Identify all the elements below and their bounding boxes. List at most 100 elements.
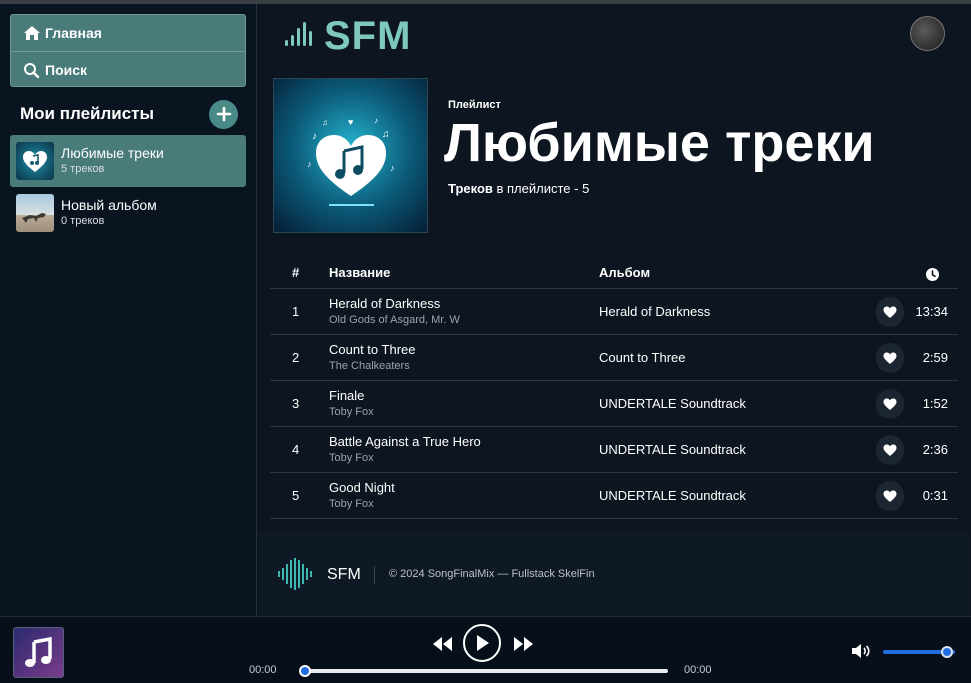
heart-icon xyxy=(883,352,897,364)
clock-icon xyxy=(926,268,939,281)
sound-bars-icon xyxy=(285,21,312,46)
like-button[interactable] xyxy=(876,481,904,511)
playlist-track-count: 5 треков xyxy=(61,163,105,175)
playlist-name: Новый альбом xyxy=(61,197,157,213)
heart-icon xyxy=(883,398,897,410)
track-row[interactable]: 5 Good Night Toby Fox UNDERTALE Soundtra… xyxy=(270,473,958,519)
volume-icon[interactable] xyxy=(851,643,871,659)
track-album[interactable]: Count to Three xyxy=(599,350,685,365)
music-note-icon xyxy=(24,636,52,667)
sidebar-playlist-favorites[interactable]: Любимые треки 5 треков xyxy=(10,135,246,187)
progress-bar[interactable] xyxy=(299,665,668,677)
nav-box: Главная Поиск xyxy=(10,14,246,87)
play-icon xyxy=(477,635,489,651)
like-button[interactable] xyxy=(876,343,904,373)
track-duration: 1:52 xyxy=(922,396,948,411)
track-number: 2 xyxy=(292,350,300,365)
col-header-album: Альбом xyxy=(599,265,651,280)
svg-text:♪: ♪ xyxy=(374,116,378,125)
playlist-meta-rest: в плейлисте - 5 xyxy=(492,181,590,196)
track-album[interactable]: UNDERTALE Soundtrack xyxy=(599,488,746,503)
col-header-num: # xyxy=(292,265,300,280)
svg-text:♪: ♪ xyxy=(307,159,312,169)
add-playlist-button[interactable] xyxy=(209,99,238,129)
track-row[interactable]: 2 Count to Three The Chalkeaters Count t… xyxy=(270,335,958,381)
home-icon xyxy=(24,26,40,40)
nav-search-button[interactable]: Поиск xyxy=(11,51,245,87)
heart-icon xyxy=(883,490,897,502)
heart-icon xyxy=(883,444,897,456)
nav-home-label: Главная xyxy=(45,25,102,41)
svg-text:♫: ♫ xyxy=(382,129,390,140)
sidebar: Главная Поиск Мои плейлисты Любимые трек… xyxy=(0,4,257,616)
svg-text:♫: ♫ xyxy=(322,118,328,127)
track-number: 3 xyxy=(292,396,300,411)
main-content: SFM ♪ ♫ ♪ ♪ ♫ ♪ ♥ Плейлист Любимые треки… xyxy=(258,4,971,616)
playlist-meta: Треков в плейлисте - 5 xyxy=(448,181,589,196)
footer-copyright: © 2024 SongFinalMix — Fullstack SkelFin xyxy=(389,568,595,580)
playlist-name: Любимые треки xyxy=(61,145,164,161)
playlists-title: Мои плейлисты xyxy=(20,104,155,123)
track-title[interactable]: Herald of Darkness xyxy=(329,296,440,311)
track-title[interactable]: Count to Three xyxy=(329,342,415,357)
col-header-name: Название xyxy=(329,265,391,280)
svg-text:♪: ♪ xyxy=(390,163,395,173)
track-number: 4 xyxy=(292,442,300,457)
now-playing-cover xyxy=(13,627,64,678)
like-button[interactable] xyxy=(876,435,904,465)
track-duration: 0:31 xyxy=(922,488,948,503)
progress-knob[interactable] xyxy=(299,665,311,677)
track-album[interactable]: UNDERTALE Soundtrack xyxy=(599,396,746,411)
player-bar: 00:00 00:00 xyxy=(0,616,971,683)
user-avatar[interactable] xyxy=(910,16,945,51)
playlist-title: Любимые треки xyxy=(444,113,875,173)
track-number: 5 xyxy=(292,488,300,503)
nav-search-label: Поиск xyxy=(45,61,88,78)
volume-knob[interactable] xyxy=(941,646,953,658)
track-title[interactable]: Finale xyxy=(329,388,364,403)
playlist-type-label: Плейлист xyxy=(448,99,501,111)
track-artist[interactable]: Toby Fox xyxy=(329,452,374,464)
track-artist[interactable]: Old Gods of Asgard, Mr. W xyxy=(329,314,460,326)
track-row[interactable]: 4 Battle Against a True Hero Toby Fox UN… xyxy=(270,427,958,473)
previous-track-button[interactable] xyxy=(433,637,453,651)
heart-icon xyxy=(883,306,897,318)
app-logo[interactable]: SFM xyxy=(284,14,411,59)
like-button[interactable] xyxy=(876,297,904,327)
track-artist[interactable]: Toby Fox xyxy=(329,498,374,510)
track-duration: 13:34 xyxy=(915,304,948,319)
next-track-button[interactable] xyxy=(513,637,533,651)
volume-slider[interactable] xyxy=(883,646,955,658)
svg-text:♪: ♪ xyxy=(312,131,317,142)
nav-home-button[interactable]: Главная xyxy=(11,15,245,51)
footer-divider xyxy=(374,566,375,584)
track-title[interactable]: Battle Against a True Hero xyxy=(329,434,481,449)
track-row[interactable]: 3 Finale Toby Fox UNDERTALE Soundtrack 1… xyxy=(270,381,958,427)
playlist-cover: ♪ ♫ ♪ ♪ ♫ ♪ ♥ xyxy=(273,78,428,233)
playlist-track-count: 0 треков xyxy=(61,215,105,227)
sidebar-playlist-new-album[interactable]: Новый альбом 0 треков xyxy=(10,187,246,239)
playlist-cover-thumb xyxy=(16,142,54,180)
current-time: 00:00 xyxy=(249,664,277,676)
logo-text: SFM xyxy=(324,14,412,58)
play-button[interactable] xyxy=(463,624,501,662)
track-duration: 2:59 xyxy=(922,350,948,365)
playlist-cover-thumb xyxy=(16,194,54,232)
plus-icon xyxy=(216,106,231,122)
track-row[interactable]: 1 Herald of Darkness Old Gods of Asgard,… xyxy=(270,289,958,335)
track-artist[interactable]: Toby Fox xyxy=(329,406,374,418)
track-album[interactable]: Herald of Darkness xyxy=(599,304,710,319)
track-title[interactable]: Good Night xyxy=(329,480,395,495)
track-artist[interactable]: The Chalkeaters xyxy=(329,360,410,372)
svg-text:♥: ♥ xyxy=(348,117,353,127)
like-button[interactable] xyxy=(876,389,904,419)
total-time: 00:00 xyxy=(684,664,712,676)
playlist-meta-strong: Треков xyxy=(448,181,493,196)
track-duration: 2:36 xyxy=(922,442,948,457)
playlists-header: Мои плейлисты xyxy=(20,99,238,129)
track-table-header: # Название Альбом xyxy=(270,259,958,289)
footer-logo-icon xyxy=(278,558,312,590)
footer: SFM © 2024 SongFinalMix — Fullstack Skel… xyxy=(258,532,970,616)
footer-brand: SFM xyxy=(327,566,361,583)
track-album[interactable]: UNDERTALE Soundtrack xyxy=(599,442,746,457)
